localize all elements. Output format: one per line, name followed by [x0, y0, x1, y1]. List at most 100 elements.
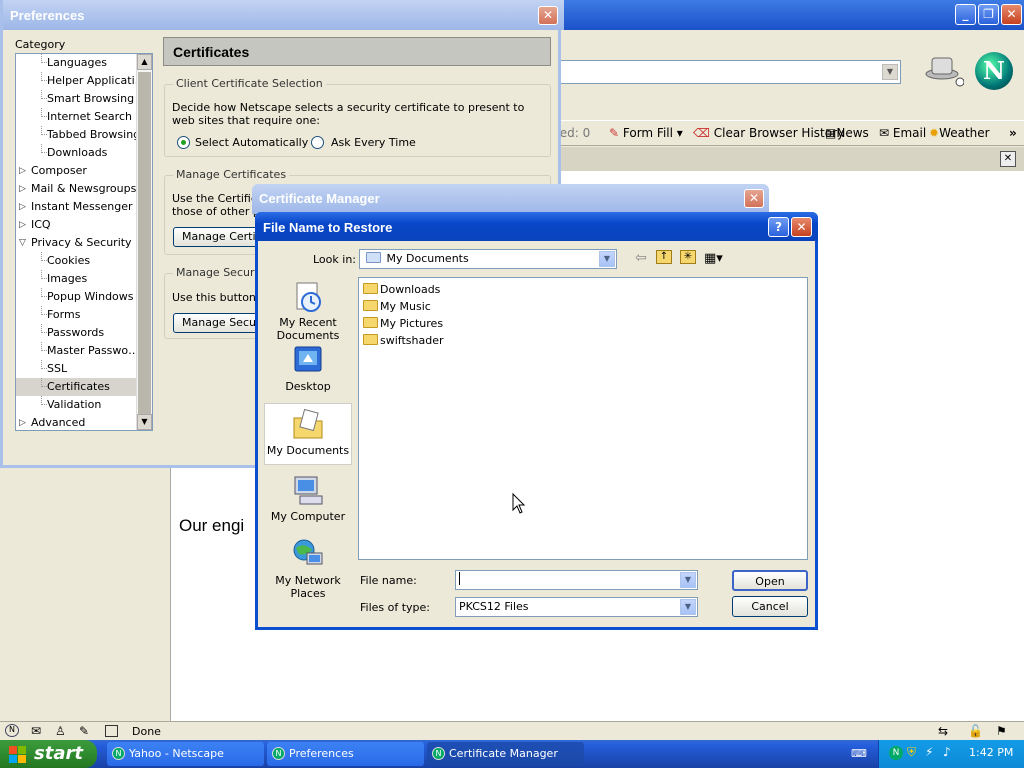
new-folder-icon[interactable]: ✳	[680, 250, 696, 264]
tree-item[interactable]: ▷ Advanced	[16, 414, 137, 430]
certificate-manager-close-button[interactable]: ✕	[744, 189, 764, 208]
clock[interactable]: 1:42 PM	[969, 746, 1013, 759]
up-folder-icon[interactable]: ↑	[656, 250, 672, 264]
tree-item[interactable]: Helper Applicati…	[16, 72, 146, 90]
form-fill-button[interactable]: ✎ Form Fill ▾	[609, 126, 683, 142]
tree-item[interactable]: Cookies	[16, 252, 137, 270]
select-automatically-radio[interactable]	[177, 136, 190, 149]
places-item[interactable]: My Computer	[264, 474, 352, 532]
maximize-button[interactable]: ❐	[978, 4, 999, 25]
url-field[interactable]: ▼	[555, 60, 901, 84]
tree-item[interactable]: Downloads	[16, 144, 137, 162]
tree-item[interactable]: ▷ Instant Messenger	[16, 198, 137, 216]
tree-expand-icon[interactable]: ▷	[19, 198, 26, 216]
status-text: Done	[132, 725, 161, 738]
taskbar-task[interactable]: N Certificate Manager	[427, 742, 584, 766]
tree-item[interactable]: Passwords	[16, 324, 137, 342]
address-book-icon[interactable]	[105, 725, 118, 737]
preferences-close-button[interactable]: ✕	[538, 6, 558, 25]
netscape-logo-icon[interactable]: N	[975, 52, 1013, 90]
clear-history-button[interactable]: ⌫ Clear Browser History	[693, 126, 844, 142]
mail-icon[interactable]: ✉	[31, 724, 41, 738]
places-item[interactable]: My Recent Documents	[264, 280, 352, 342]
composer-icon[interactable]: ✎	[79, 724, 89, 738]
file-list-item[interactable]: My Music	[363, 298, 431, 315]
tree-item-label: Passwords	[47, 326, 105, 339]
tree-expand-icon[interactable]: ▷	[19, 162, 26, 180]
taskbar-task[interactable]: N Yahoo - Netscape	[107, 742, 264, 766]
toolbar-overflow-button[interactable]: »	[1009, 126, 1017, 142]
offline-icon[interactable]: ⇆	[938, 724, 948, 738]
network-places-icon	[291, 538, 325, 572]
navigator-icon[interactable]: N	[5, 724, 19, 737]
look-in-combo[interactable]: My Documents ▼	[359, 249, 617, 269]
close-tab-icon[interactable]: ✕	[1000, 151, 1016, 167]
url-dropdown-icon[interactable]: ▼	[882, 64, 898, 80]
volume-icon[interactable]: ♪	[943, 745, 951, 759]
tree-scrollbar[interactable]: ▲ ▼	[136, 54, 152, 430]
taskbar-task[interactable]: N Preferences	[267, 742, 424, 766]
back-icon[interactable]: ⇦	[635, 250, 647, 266]
tree-expand-icon[interactable]: ▷	[19, 414, 26, 430]
ask-every-time-label[interactable]: Ask Every Time	[331, 136, 416, 149]
places-item[interactable]: Desktop	[264, 344, 352, 402]
tree-item[interactable]: Master Passwo…	[16, 342, 139, 360]
tree-item[interactable]: Certificates	[16, 378, 137, 396]
places-item[interactable]: My Network Places	[264, 538, 352, 600]
category-tree[interactable]: Languages Helper Applicati… Smart Browsing…	[15, 53, 153, 431]
sidebar-hat-icon[interactable]	[924, 52, 965, 88]
file-name-dropdown-icon[interactable]: ▼	[680, 572, 696, 588]
look-in-dropdown-icon[interactable]: ▼	[599, 251, 615, 267]
ask-every-time-radio[interactable]	[311, 136, 324, 149]
file-list-item[interactable]: swiftshader	[363, 332, 444, 349]
news-button[interactable]: ▤News	[825, 126, 869, 142]
tree-item[interactable]: Tabbed Browsing	[16, 126, 141, 144]
minimize-button[interactable]: _	[955, 4, 976, 25]
tree-expand-icon[interactable]: ▷	[19, 180, 26, 198]
tree-item-label: Tabbed Browsing	[47, 128, 141, 141]
tree-item[interactable]: ▷ ICQ	[16, 216, 137, 234]
file-type-select[interactable]: PKCS12 Files ▼	[455, 597, 698, 617]
security-shield-icon[interactable]: ⛨	[907, 745, 916, 760]
start-button[interactable]: start	[0, 740, 97, 768]
file-list[interactable]: Downloads My Music My Pictures swiftshader	[358, 277, 808, 560]
places-item[interactable]: My Documents	[264, 403, 352, 465]
scroll-down-icon[interactable]: ▼	[137, 414, 152, 430]
tree-item[interactable]: Popup Windows	[16, 288, 137, 306]
file-dialog-close-button[interactable]: ✕	[791, 217, 812, 237]
security-icon[interactable]: ⚑	[996, 724, 1007, 738]
lock-icon[interactable]: 🔓	[968, 724, 983, 738]
open-button[interactable]: Open	[732, 570, 808, 591]
music-folder-icon	[363, 300, 378, 311]
file-name-input[interactable]: ▼	[455, 570, 698, 590]
tree-expand-icon[interactable]: ▷	[19, 216, 26, 234]
tree-collapse-icon[interactable]: ▽	[19, 234, 26, 252]
tree-item[interactable]: SSL	[16, 360, 137, 378]
tree-item[interactable]: Smart Browsing	[16, 90, 137, 108]
tree-item[interactable]: Languages	[16, 54, 137, 72]
certificate-manager-title: Certificate Manager	[259, 191, 380, 206]
email-button[interactable]: ✉ Email	[879, 126, 926, 142]
file-list-item[interactable]: Downloads	[363, 281, 440, 298]
tree-item[interactable]: ▽ Privacy & Security	[16, 234, 137, 252]
weather-button[interactable]: ✹Weather	[929, 126, 990, 142]
close-button[interactable]: ✕	[1001, 4, 1022, 25]
tree-item[interactable]: ▷ Composer	[16, 162, 137, 180]
network-icon[interactable]: ⚡	[925, 745, 933, 759]
view-menu-icon[interactable]: ▦▾	[704, 251, 723, 266]
help-button[interactable]: ?	[768, 217, 789, 237]
tree-item[interactable]: Images	[16, 270, 137, 288]
keyboard-icon[interactable]: ⌨	[851, 747, 867, 760]
messenger-icon[interactable]: ♙	[55, 724, 66, 738]
tree-item[interactable]: ▷ Mail & Newsgroups	[16, 180, 137, 198]
tree-item[interactable]: Internet Search	[16, 108, 137, 126]
netscape-tray-icon[interactable]: N	[889, 746, 903, 760]
select-automatically-label[interactable]: Select Automatically	[195, 136, 308, 149]
file-list-item[interactable]: My Pictures	[363, 315, 443, 332]
cancel-button[interactable]: Cancel	[732, 596, 808, 617]
scroll-thumb[interactable]	[138, 72, 151, 427]
file-type-dropdown-icon[interactable]: ▼	[680, 599, 696, 615]
tree-item[interactable]: Validation	[16, 396, 137, 414]
tree-item[interactable]: Forms	[16, 306, 137, 324]
scroll-up-icon[interactable]: ▲	[137, 54, 152, 70]
